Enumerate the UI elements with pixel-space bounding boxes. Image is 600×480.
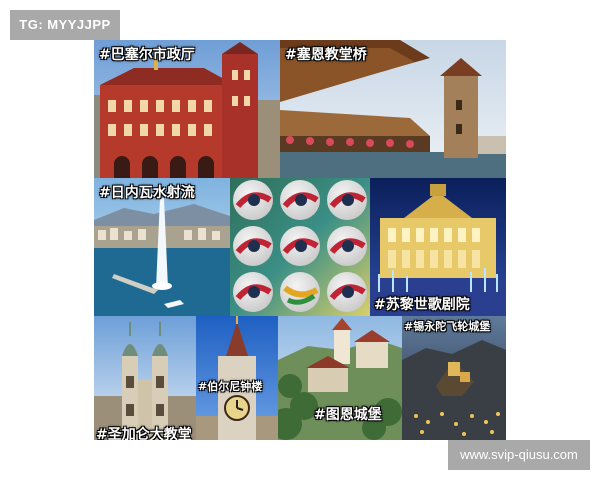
sion-castle-photo	[402, 316, 506, 440]
watermark-bottom-right: www.svip-qiusu.com	[448, 440, 590, 470]
caption-chapel-bridge: #塞恩教堂桥	[285, 47, 367, 63]
tile-zurich-opera: #苏黎世歌剧院	[370, 178, 506, 316]
caption-thun-castle: #图恩城堡	[314, 407, 382, 423]
caption-sion-castle: #锡永陀飞轮城堡	[404, 320, 491, 333]
caption-zurich-opera: #苏黎世歌剧院	[374, 297, 470, 313]
caption-geneva-jet: #日内瓦水射流	[99, 185, 195, 201]
tile-sion-castle: #锡永陀飞轮城堡	[402, 316, 506, 440]
tile-football-balls	[230, 178, 370, 316]
tile-thun-castle: #图恩城堡	[278, 316, 402, 440]
tile-bern-clock-tower: #伯尔尼钟楼	[196, 316, 278, 440]
tile-st-gallen-cathedral: #圣加仑大教堂	[94, 316, 196, 440]
tile-basel-town-hall: #巴塞尔市政厅	[94, 40, 280, 178]
watermark-top-left: TG: MYYJJPP	[10, 10, 120, 40]
caption-basel-town-hall: #巴塞尔市政厅	[99, 47, 195, 63]
photo-collage: #巴塞尔市政厅 #塞恩教堂桥 #日内瓦水射流 #苏黎世歌剧院 #圣加仑大教堂 #…	[94, 40, 506, 440]
tile-chapel-bridge: #塞恩教堂桥	[280, 40, 506, 178]
tile-geneva-jet: #日内瓦水射流	[94, 178, 230, 316]
football-balls-photo	[230, 178, 370, 316]
caption-bern-clock-tower: #伯尔尼钟楼	[198, 380, 263, 393]
st-gallen-cathedral-photo	[94, 316, 196, 440]
caption-st-gallen-cathedral: #圣加仑大教堂	[96, 427, 192, 440]
